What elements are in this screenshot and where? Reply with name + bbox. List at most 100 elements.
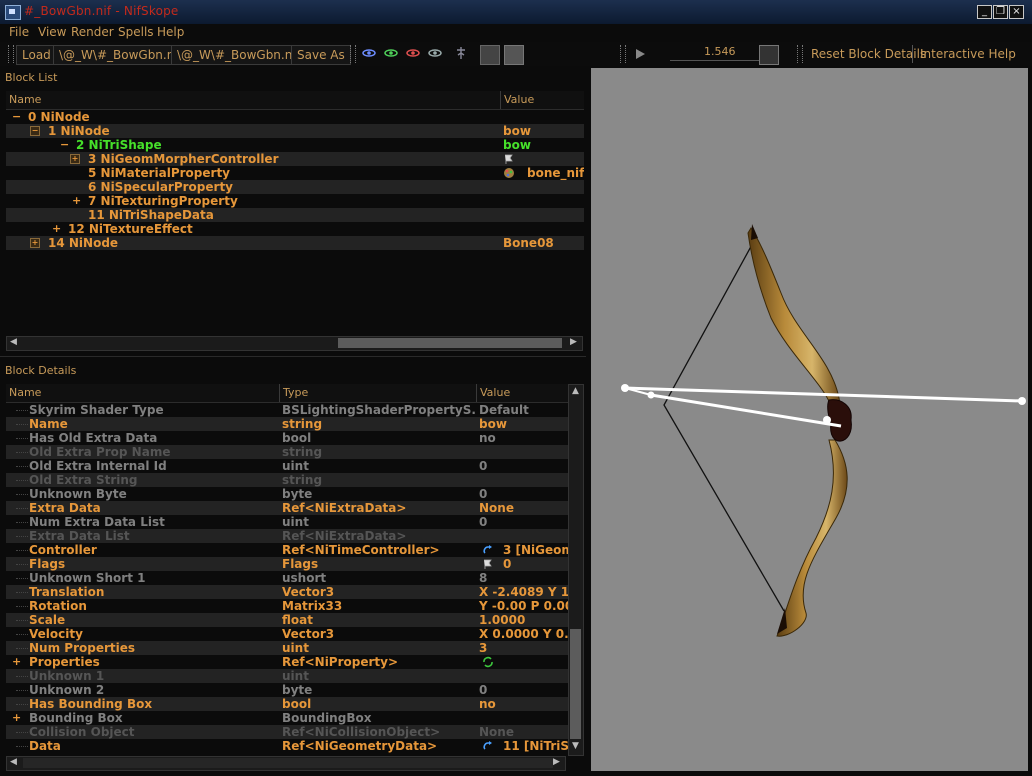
refresh-icon[interactable] xyxy=(482,656,494,668)
detail-row[interactable]: Num Properties uint 3 xyxy=(6,641,568,655)
link-icon[interactable] xyxy=(482,740,494,752)
menu-help[interactable]: Help xyxy=(157,24,184,40)
block-list-row[interactable]: +14 NiNode Bone08 xyxy=(6,236,584,250)
detail-row[interactable]: Extra Data Ref<NiExtraData> None xyxy=(6,501,568,515)
detail-row[interactable]: Has Old Extra Data bool no xyxy=(6,431,568,445)
save-path-field[interactable]: \@_W\#_BowGbn.nif xyxy=(171,45,306,65)
loop-icon[interactable] xyxy=(759,45,779,65)
block-list-tree[interactable]: −0 NiNode −1 NiNode bow −2 NiTriShape bow +3 … xyxy=(6,110,584,335)
expand-toggle-icon[interactable]: + xyxy=(12,711,21,725)
block-list-hscrollbar[interactable]: ◀ ▶ xyxy=(6,336,583,351)
eye-blue-icon[interactable] xyxy=(362,48,376,58)
block-list-row[interactable]: +3 NiGeomMorpherController xyxy=(6,152,584,166)
detail-value[interactable]: Y -0.00 P 0.00 xyxy=(479,599,568,613)
minimize-icon[interactable]: _ xyxy=(977,5,992,19)
detail-row[interactable]: Flags Flags 0 xyxy=(6,557,568,571)
detail-value[interactable]: None xyxy=(479,501,568,515)
detail-row[interactable]: Scale float 1.0000 xyxy=(6,613,568,627)
column-header-value[interactable]: Value xyxy=(501,91,584,109)
toolbar-grip[interactable] xyxy=(620,45,626,63)
detail-value[interactable]: no xyxy=(479,431,568,445)
bone-node[interactable] xyxy=(647,391,655,399)
scrollbar-thumb[interactable] xyxy=(338,338,562,348)
collapse-toggle-icon[interactable]: − xyxy=(30,126,40,136)
skeleton-icon[interactable] xyxy=(455,46,467,60)
collapse-toggle-icon[interactable]: − xyxy=(12,110,21,124)
time-slider-track[interactable] xyxy=(670,60,760,61)
detail-row[interactable]: Old Extra Prop Name string xyxy=(6,445,568,459)
expand-toggle-icon[interactable]: + xyxy=(52,222,61,236)
block-details-vscrollbar[interactable]: ▲ ▼ xyxy=(568,384,584,756)
expand-toggle-icon[interactable]: + xyxy=(12,655,21,669)
bone-node[interactable] xyxy=(1018,397,1026,405)
menu-spells[interactable]: Spells xyxy=(118,24,154,40)
detail-value[interactable]: 3 xyxy=(479,641,568,655)
detail-value[interactable]: bow xyxy=(479,417,568,431)
menu-file[interactable]: File xyxy=(9,24,29,40)
detail-row[interactable]: Unknown Byte byte 0 xyxy=(6,487,568,501)
toolbar-grip[interactable] xyxy=(350,45,356,63)
scrollbar-thumb[interactable] xyxy=(570,629,581,739)
detail-row[interactable]: Translation Vector3 X -2.4089 Y 1. xyxy=(6,585,568,599)
toolbar-grip[interactable] xyxy=(8,45,14,63)
render-viewport[interactable] xyxy=(591,68,1028,771)
detail-value[interactable]: None xyxy=(479,725,568,739)
column-header-name[interactable]: Name xyxy=(6,384,280,402)
detail-row[interactable]: Rotation Matrix33 Y -0.00 P 0.00 xyxy=(6,599,568,613)
block-list-row[interactable]: +12 NiTextureEffect xyxy=(6,222,584,236)
detail-row[interactable]: Has Bounding Box bool no xyxy=(6,697,568,711)
detail-value[interactable]: 1.0000 xyxy=(479,613,568,627)
select-mode-icon[interactable] xyxy=(480,45,500,65)
play-icon[interactable] xyxy=(633,47,647,61)
load-path-field[interactable]: \@_W\#_BowGbn.nif xyxy=(53,45,188,65)
detail-row[interactable]: + Properties Ref<NiProperty> xyxy=(6,655,568,669)
detail-row[interactable]: Data Ref<NiGeometryData> 11 [NiTriSh xyxy=(6,739,568,753)
flag-icon[interactable] xyxy=(482,558,494,570)
detail-value[interactable]: 0 xyxy=(479,683,568,697)
block-details-hscrollbar[interactable]: ◀ ▶ xyxy=(6,756,566,771)
detail-row[interactable]: Velocity Vector3 X 0.0000 Y 0.0 xyxy=(6,627,568,641)
expand-toggle-icon[interactable]: + xyxy=(30,238,40,248)
scrollbar-track[interactable] xyxy=(23,758,553,768)
link-icon[interactable] xyxy=(482,544,494,556)
detail-row[interactable]: Num Extra Data List uint 0 xyxy=(6,515,568,529)
block-details-table[interactable]: Skyrim Shader Type BSLightingShaderProper… xyxy=(6,403,568,753)
detail-value[interactable]: 3 [NiGeomM xyxy=(503,543,568,557)
detail-row[interactable]: Old Extra String string xyxy=(6,473,568,487)
interactive-help-button[interactable]: Interactive Help xyxy=(915,45,1021,63)
bone-node[interactable] xyxy=(823,416,831,424)
detail-value[interactable]: 0 xyxy=(479,487,568,501)
collapse-toggle-icon[interactable]: − xyxy=(60,138,69,152)
block-list-row[interactable]: 11 NiTriShapeData xyxy=(6,208,584,222)
close-icon[interactable]: × xyxy=(1009,5,1024,19)
toolbar-grip[interactable] xyxy=(797,45,803,63)
column-header-value[interactable]: Value xyxy=(477,384,568,402)
detail-value[interactable]: 8 xyxy=(479,571,568,585)
detail-row[interactable]: Collision Object Ref<NiCollisionObject> No… xyxy=(6,725,568,739)
detail-value[interactable]: X 0.0000 Y 0.0 xyxy=(479,627,568,641)
texture-icon[interactable] xyxy=(504,45,524,65)
detail-value[interactable]: 0 xyxy=(503,557,568,571)
block-list-row[interactable]: −2 NiTriShape bow xyxy=(6,138,584,152)
detail-value[interactable]: X -2.4089 Y 1. xyxy=(479,585,568,599)
detail-row[interactable]: Extra Data List Ref<NiExtraData> xyxy=(6,529,568,543)
menu-view[interactable]: View xyxy=(38,24,66,40)
save-as-button[interactable]: Save As xyxy=(291,45,351,65)
bone-node[interactable] xyxy=(621,384,629,392)
eye-green-icon[interactable] xyxy=(384,48,398,58)
eye-red-icon[interactable] xyxy=(406,48,420,58)
detail-row[interactable]: Unknown 2 byte 0 xyxy=(6,683,568,697)
block-list-row[interactable]: +7 NiTexturingProperty xyxy=(6,194,584,208)
block-list-row[interactable]: −1 NiNode bow xyxy=(6,124,584,138)
eye-gray-icon[interactable] xyxy=(428,48,442,58)
detail-row[interactable]: Unknown Short 1 ushort 8 xyxy=(6,571,568,585)
block-list-row[interactable]: 6 NiSpecularProperty xyxy=(6,180,584,194)
load-button[interactable]: Load xyxy=(16,45,57,65)
detail-row[interactable]: Name string bow xyxy=(6,417,568,431)
column-header-type[interactable]: Type xyxy=(280,384,477,402)
menu-render[interactable]: Render xyxy=(71,24,114,40)
detail-value[interactable]: 0 xyxy=(479,459,568,473)
detail-value[interactable]: 11 [NiTriSh xyxy=(503,739,568,753)
panel-splitter[interactable] xyxy=(0,356,586,357)
detail-row[interactable]: + Bounding Box BoundingBox xyxy=(6,711,568,725)
